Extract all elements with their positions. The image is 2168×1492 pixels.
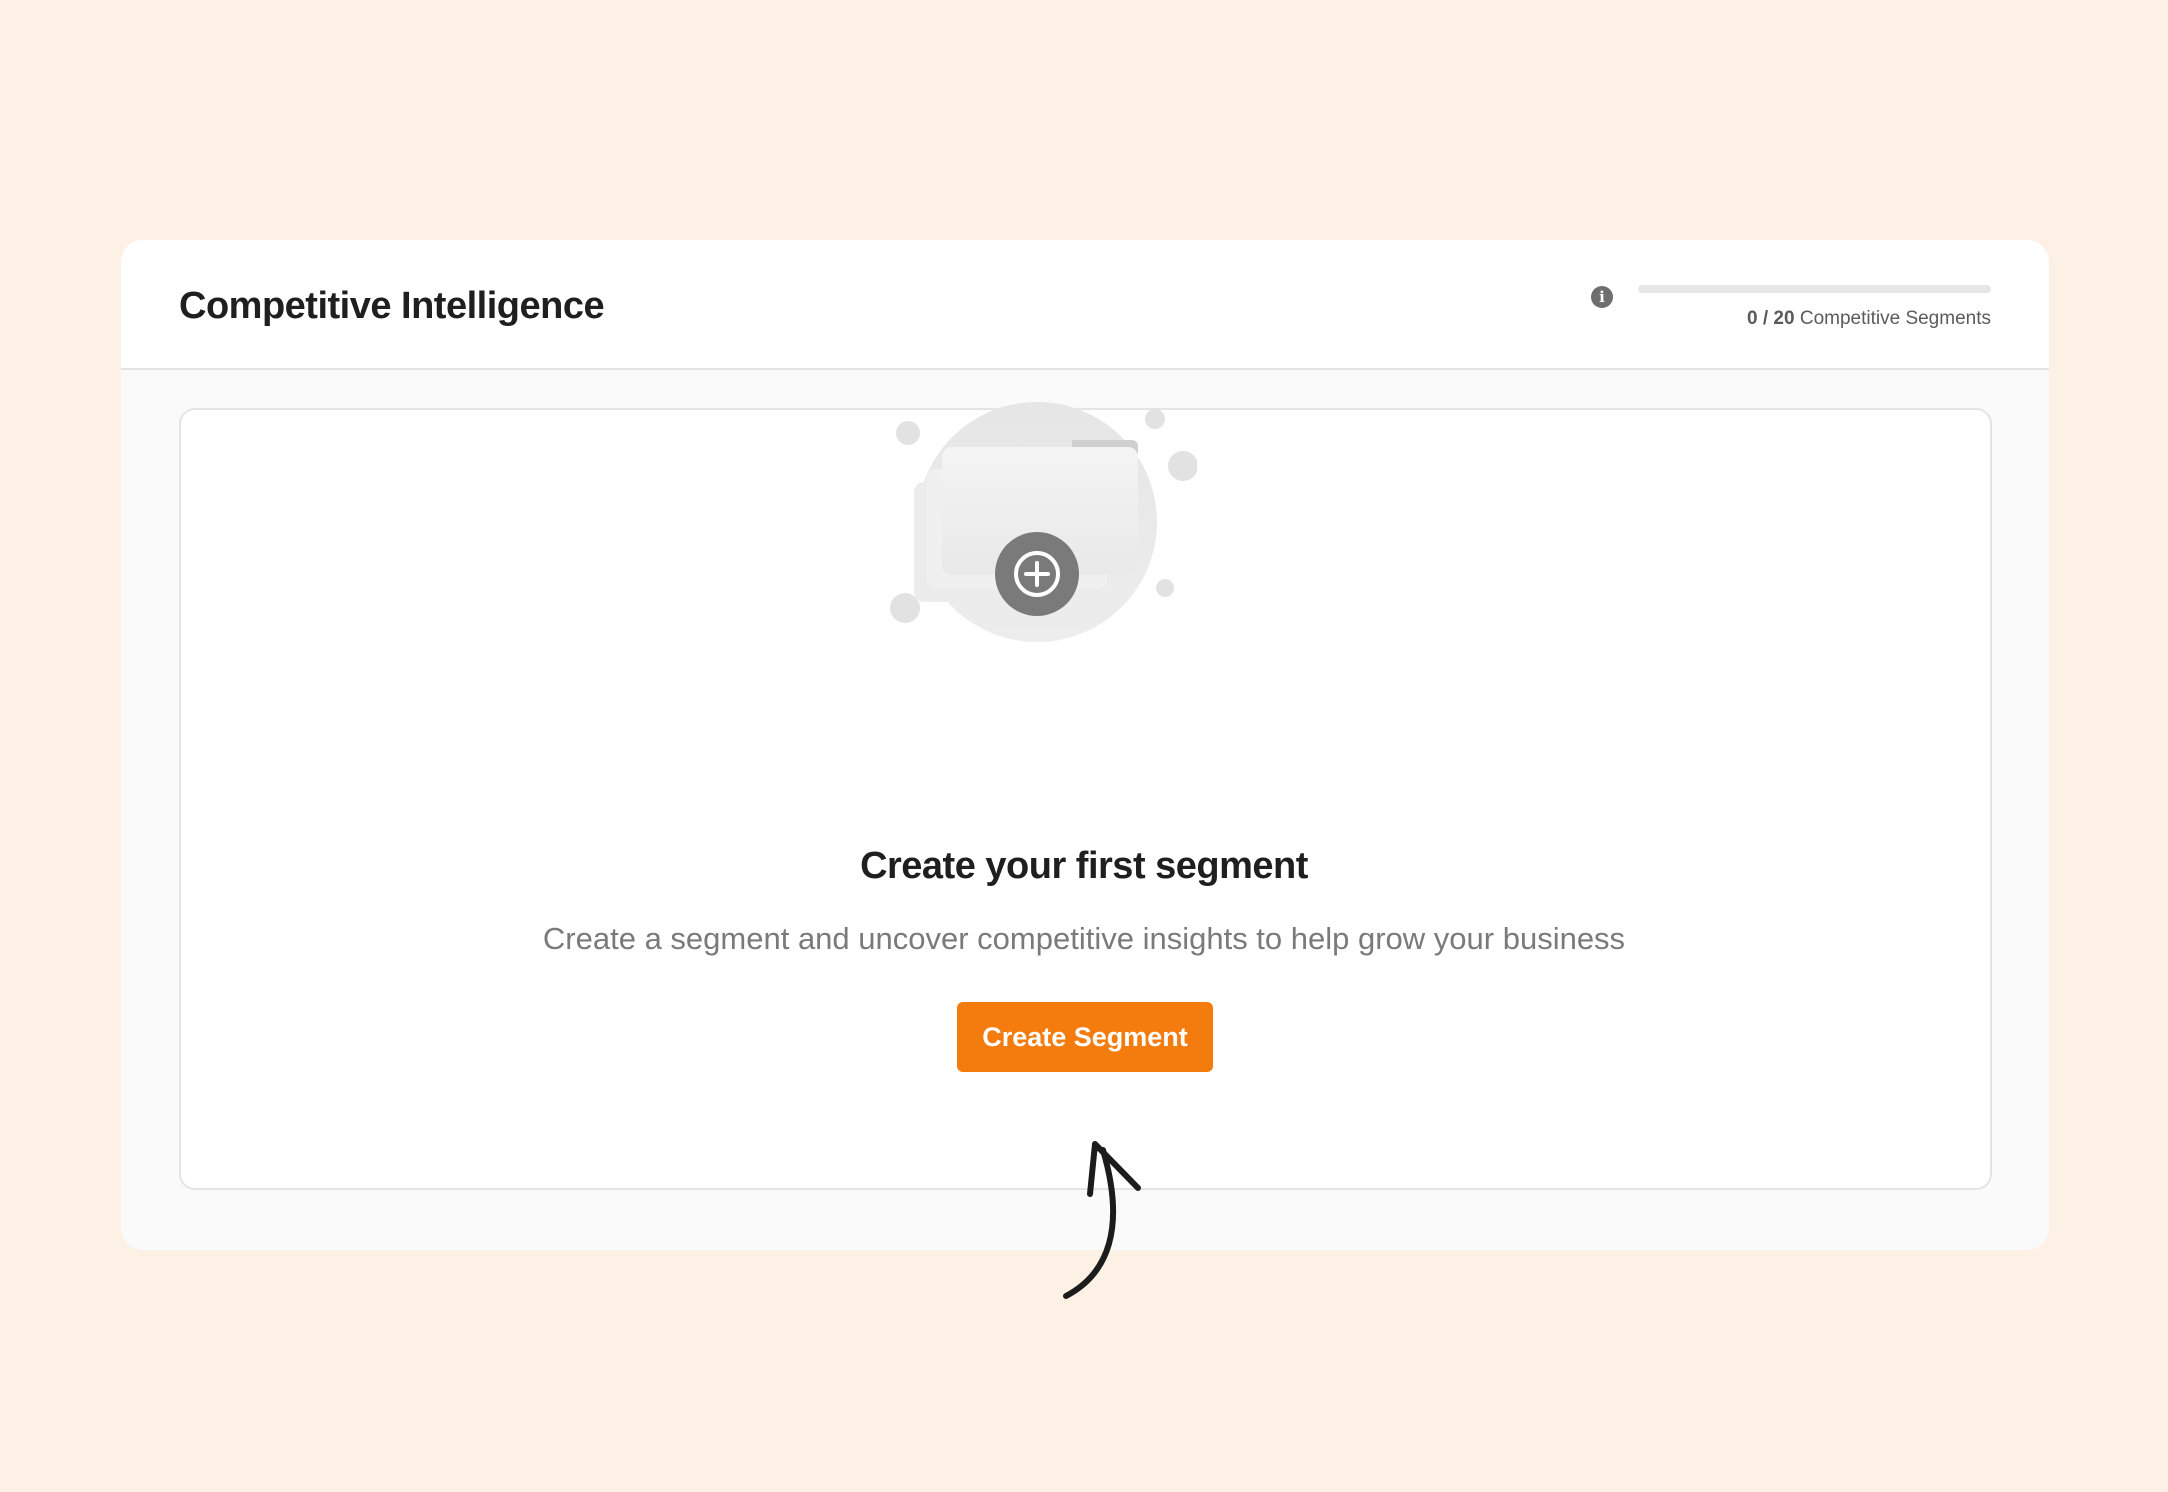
- usage-text: 0 / 20 Competitive Segments: [1747, 308, 1991, 330]
- info-icon[interactable]: i: [1591, 286, 1613, 308]
- empty-state-description: Create a segment and uncover competitive…: [542, 921, 1626, 956]
- panel-header: Competitive Intelligence i 0 / 20 Compet…: [121, 240, 2049, 370]
- segment-usage: i 0 / 20 Competitive Segments: [1591, 285, 1991, 346]
- create-segment-button[interactable]: Create Segment: [957, 1002, 1213, 1072]
- page-title: Competitive Intelligence: [179, 285, 605, 327]
- add-folder-icon: [890, 402, 1197, 642]
- pointer-arrow-icon: [1063, 1141, 1141, 1299]
- empty-state-heading: Create your first segment: [860, 845, 1308, 887]
- usage-progress-bar: [1638, 285, 1991, 293]
- usage-label: Competitive Segments: [1799, 308, 1991, 329]
- usage-count: 0 / 20: [1747, 308, 1795, 329]
